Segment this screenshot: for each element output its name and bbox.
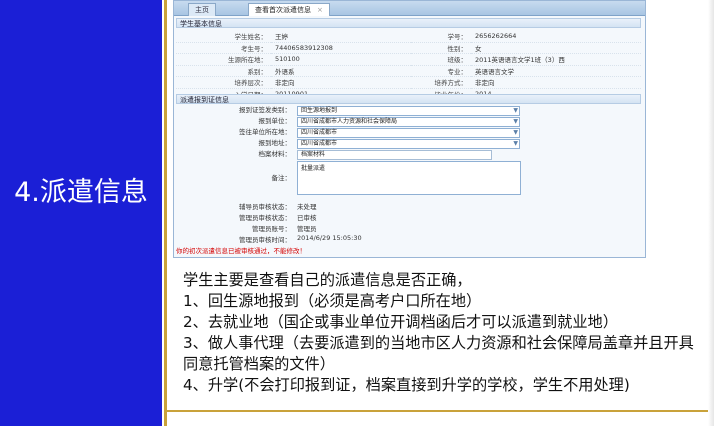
status-label: 管理员审核时间： [239,236,291,244]
locked-warning: 你的初次派遣信息已被审核通过，不能修改！ [176,247,306,255]
table-row: 学生姓名： 王婷 学号： 2656262664 [176,31,641,43]
list-item: 4、升学(不会打印报到证，档案直接到升学的学校，学生不用处理) [183,376,630,394]
field-label: 班级： [411,53,471,66]
tab-home[interactable]: 主页 [188,3,216,16]
field-label: 档案材料： [258,150,292,158]
list-item: 2、去就业地（国企或事业单位开调档函后才可以派遣到就业地） [183,313,618,331]
unit-location-row: 签往单位所在地： 四川省成都市 ▼ [176,127,641,138]
basic-info-table: 学生姓名： 王婷 学号： 2656262664 考生号： 74406583912… [176,31,641,100]
field-label: 报到单位： [258,117,292,125]
select-value: 四川省成都市人力资源和社会保障局 [301,118,398,125]
archive-material-field[interactable]: 档案材料 [297,150,492,160]
field-value: 非定向 [471,76,641,89]
select-value: 四川省成都市 [301,140,338,147]
status-value: 已审核 [297,214,317,222]
field-label: 报到证签发类别： [239,106,291,114]
tab-home-label: 主页 [195,6,209,14]
left-blue-panel [0,0,162,426]
tab-bar: 主页 查看首次派遣信息 × [174,1,645,16]
report-address-row: 报到地址： 四川省成都市 ▼ [176,138,641,149]
field-label: 系别： [176,65,271,77]
section-title: 4.派遣信息 [14,177,148,208]
status-label: 管理员账号： [252,225,291,233]
chevron-down-icon: ▼ [513,140,518,147]
field-label: 报到地址： [258,139,292,147]
field-value: 74406583912308 [271,42,411,54]
description-intro: 学生主要是查看自己的派遣信息是否正确， [183,271,472,289]
report-address-select[interactable]: 四川省成都市 ▼ [297,139,520,149]
field-value: 女 [471,42,641,54]
report-unit-row: 报到单位： 四川省成都市人力资源和社会保障局 ▼ [176,116,641,127]
status-label: 管理员审核状态： [239,214,291,222]
field-label: 学号： [411,31,471,43]
certificate-type-row: 报到证签发类别： 回生源地报到 ▼ [176,105,641,116]
field-value: 外语系 [271,65,411,77]
dispatch-info-screenshot: 主页 查看首次派遣信息 × 学生基本信息 学生姓名： 王婷 学号： 2656262… [173,0,646,258]
table-row: 培养层次： 非定向 培养方式： 非定向 [176,76,641,89]
basic-info-header: 学生基本信息 [176,18,641,28]
field-value: 王婷 [271,31,411,43]
chevron-down-icon: ▼ [513,118,518,125]
field-label: 学生姓名： [176,31,271,43]
status-label: 辅导员审核状态： [239,203,291,211]
status-value: 管理员 [297,225,317,233]
status-value: 2014/6/29 15:05:30 [297,234,362,242]
unit-location-select[interactable]: 四川省成都市 ▼ [297,128,520,138]
vertical-accent-line [164,0,167,426]
select-value: 四川省成都市 [301,129,338,136]
chevron-down-icon: ▼ [513,129,518,136]
field-value: 510100 [271,53,411,66]
remark-row: 备注： 批量派遣 [176,161,641,197]
bottom-accent-line [164,410,714,412]
field-label: 性别： [411,42,471,54]
table-row: 考生号： 74406583912308 性别： 女 [176,42,641,54]
status-value: 未处理 [297,203,317,211]
field-value: 2011英语语言文学1班（3）西 [471,53,641,66]
field-value: 英语语言文学 [471,65,641,77]
field-label: 培养方式： [411,76,471,89]
field-label: 备注： [271,174,292,182]
close-icon[interactable]: × [317,6,323,14]
right-edge-shade [708,0,714,426]
field-value: 2656262664 [471,31,641,43]
report-unit-select[interactable]: 四川省成都市人力资源和社会保障局 ▼ [297,117,520,127]
certificate-type-select[interactable]: 回生源地报到 ▼ [297,106,520,116]
field-value: 非定向 [271,76,411,89]
description-text: 学生主要是查看自己的派遣信息是否正确， 1、回生源地报到（必须是高考户口所在地）… [183,270,703,396]
table-row: 系别： 外语系 专业： 英语语言文学 [176,65,641,77]
field-label: 签往单位所在地： [239,128,291,136]
dispatch-info-header: 派遣报到证信息 [176,94,641,104]
table-row: 生源所在地： 510100 班级： 2011英语语言文学1班（3）西 [176,53,641,66]
archive-material-row: 档案材料： 档案材料 [176,149,641,160]
field-label: 生源所在地： [176,53,271,66]
field-label: 培养层次： [176,76,271,89]
field-label: 考生号： [176,42,271,54]
list-item: 3、做人事代理（去要派遣到的当地市区人力资源和社会保障局盖章并且开具同意托管档案… [183,334,694,373]
chevron-down-icon: ▼ [513,107,518,114]
list-item: 1、回生源地报到（必须是高考户口所在地） [183,292,482,310]
tab-dispatch-info[interactable]: 查看首次派遣信息 × [248,3,330,16]
remark-textarea[interactable]: 批量派遣 [297,161,521,195]
field-label: 专业： [411,65,471,77]
tab-dispatch-label: 查看首次派遣信息 [255,6,311,14]
select-value: 回生源地报到 [301,107,338,114]
